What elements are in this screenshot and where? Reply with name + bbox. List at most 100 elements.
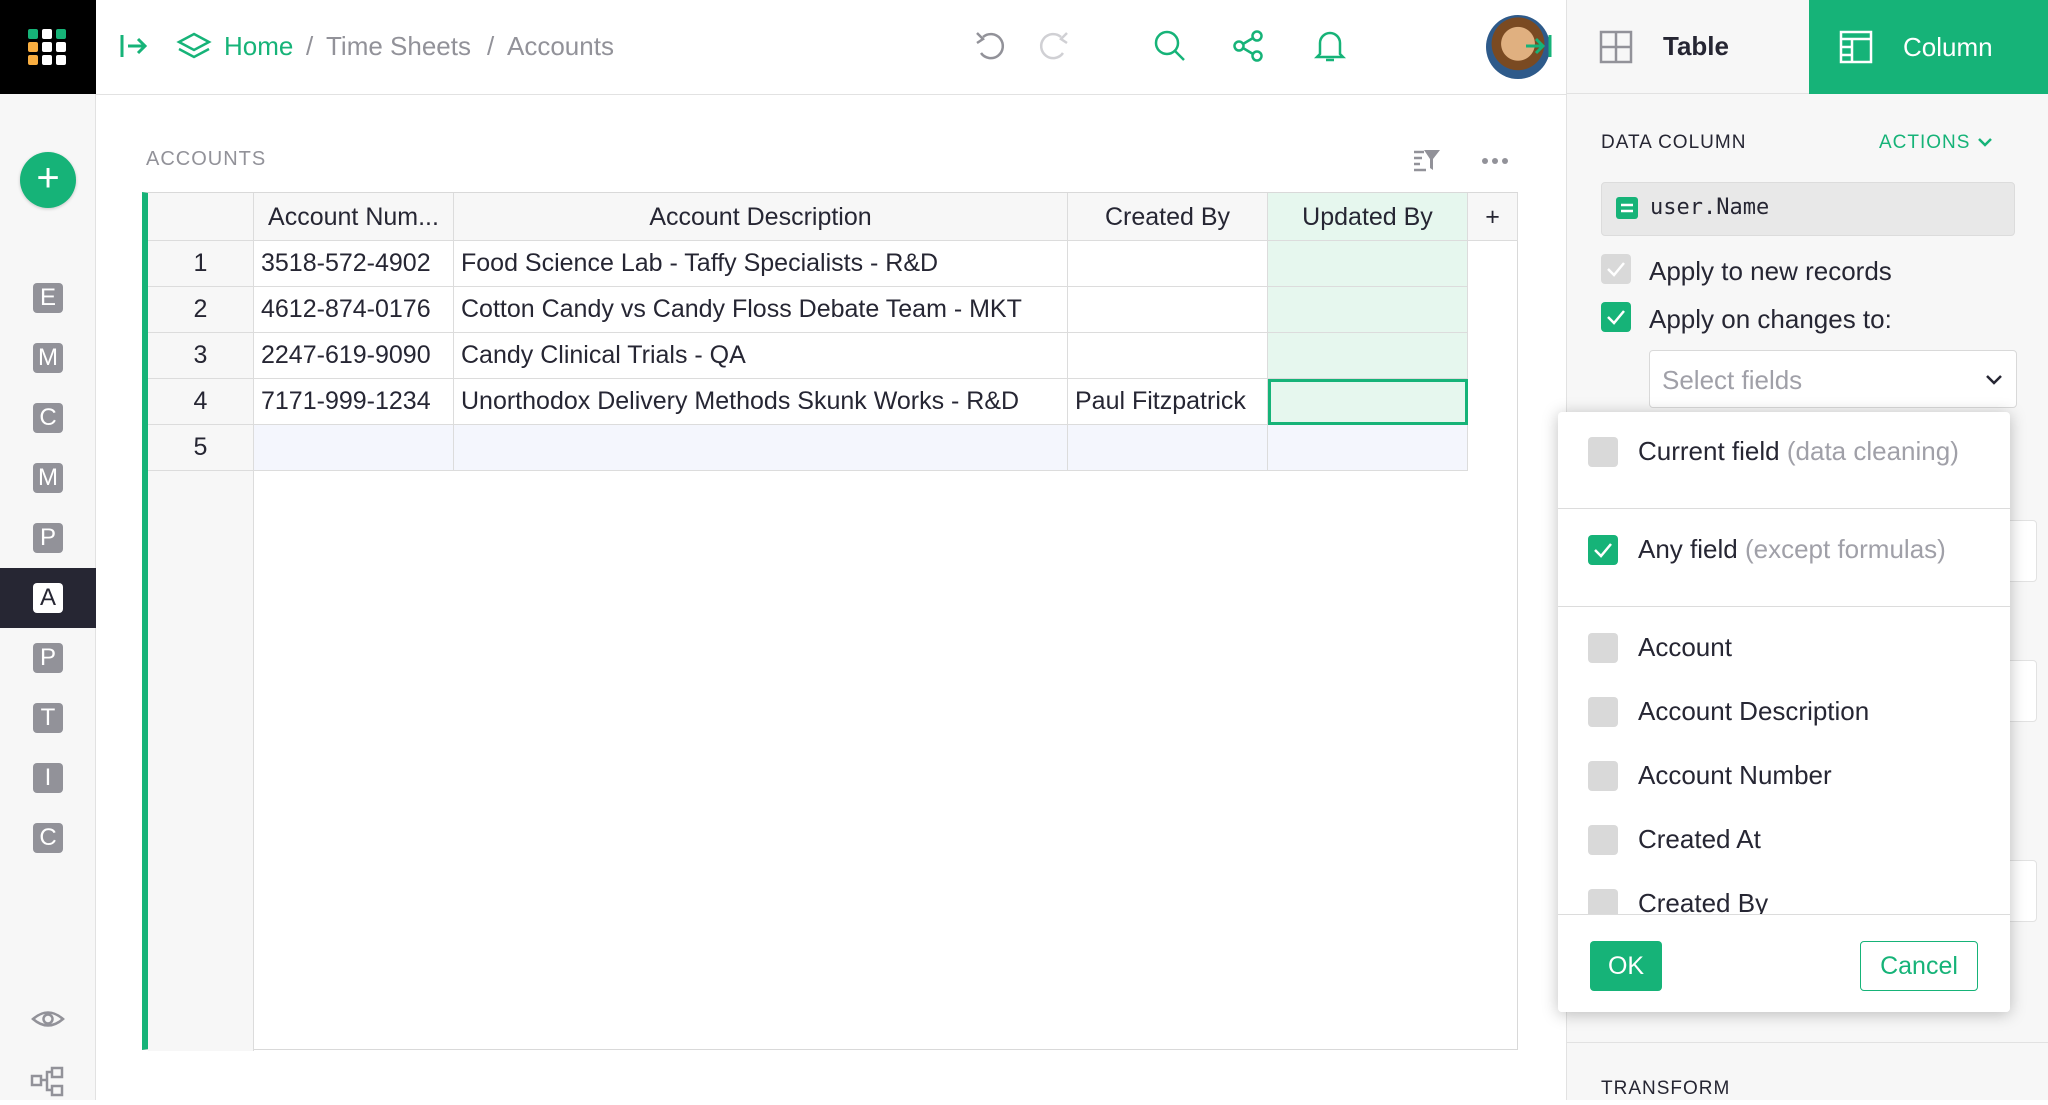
data-grid: Account Num... Account Description Created… bbox=[142, 192, 1518, 1051]
page-initial-icon: C bbox=[33, 823, 63, 853]
grid-cell[interactable]: 7171-999-1234 bbox=[254, 379, 454, 425]
eye-icon[interactable] bbox=[30, 1004, 66, 1039]
column-header[interactable]: Account Description bbox=[454, 193, 1068, 241]
grid-cell[interactable]: Cotton Candy vs Candy Floss Debate Team … bbox=[454, 287, 1068, 333]
field-option[interactable]: Account Number bbox=[1558, 746, 2010, 806]
new-row-cell[interactable] bbox=[254, 425, 454, 471]
grid-cell[interactable] bbox=[1068, 241, 1268, 287]
apply-new-records-label: Apply to new records bbox=[1649, 256, 1892, 286]
apply-new-records-checkbox[interactable] bbox=[1601, 254, 1631, 284]
grid-cell[interactable]: Food Science Lab - Taffy Specialists - R… bbox=[454, 241, 1068, 287]
row-number[interactable]: 3 bbox=[148, 333, 254, 379]
grid-cell[interactable]: 4612-874-0176 bbox=[254, 287, 454, 333]
row-number-gutter bbox=[148, 471, 254, 1051]
row-number[interactable]: 2 bbox=[148, 287, 254, 333]
grid-cell[interactable] bbox=[1068, 333, 1268, 379]
field-option-label: Created At bbox=[1638, 824, 1761, 854]
page-item-7[interactable]: T bbox=[0, 688, 96, 748]
new-row-cell[interactable] bbox=[454, 425, 1068, 471]
transform-label: TRANSFORM bbox=[1601, 1078, 1731, 1099]
current-field-hint: (data cleaning) bbox=[1786, 436, 1959, 466]
add-new-button[interactable]: + bbox=[20, 152, 76, 208]
grid-cell[interactable] bbox=[1268, 333, 1468, 379]
app-logo[interactable] bbox=[0, 0, 96, 94]
section-menu-icon[interactable] bbox=[1480, 146, 1510, 181]
tab-table-label: Table bbox=[1663, 31, 1729, 61]
field-option-checkbox[interactable] bbox=[1588, 761, 1618, 791]
page-item-3[interactable]: M bbox=[0, 448, 96, 508]
field-option-label: Account Description bbox=[1638, 696, 1870, 726]
add-column-button[interactable]: + bbox=[1468, 193, 1518, 241]
apply-on-changes-checkbox[interactable] bbox=[1601, 302, 1631, 332]
page-item-2[interactable]: C bbox=[0, 388, 96, 448]
field-option[interactable]: Account Description bbox=[1558, 682, 2010, 742]
section-title: ACCOUNTS bbox=[146, 148, 267, 170]
field-option-checkbox[interactable] bbox=[1588, 633, 1618, 663]
ok-button[interactable]: OK bbox=[1590, 941, 1662, 991]
formula-editor[interactable]: user.Name bbox=[1601, 182, 2015, 236]
sort-filter-icon[interactable] bbox=[1412, 146, 1442, 179]
expand-panel-icon[interactable] bbox=[112, 24, 156, 68]
page-item-4[interactable]: P bbox=[0, 508, 96, 568]
redo-icon[interactable] bbox=[1032, 24, 1076, 68]
column-header[interactable]: Account Num... bbox=[254, 193, 454, 241]
grid-cell[interactable]: Candy Clinical Trials - QA bbox=[454, 333, 1068, 379]
share-icon[interactable] bbox=[1226, 24, 1270, 68]
grid-cell[interactable]: 2247-619-9090 bbox=[254, 333, 454, 379]
breadcrumb-doc[interactable]: Time Sheets bbox=[326, 31, 471, 62]
raw-data-icon[interactable] bbox=[30, 1066, 66, 1105]
row-number[interactable]: 4 bbox=[148, 379, 254, 425]
field-option-checkbox[interactable] bbox=[1588, 825, 1618, 855]
any-field-checkbox[interactable] bbox=[1588, 535, 1618, 565]
grid-cell[interactable]: 3518-572-4902 bbox=[254, 241, 454, 287]
field-option[interactable]: Account bbox=[1558, 618, 2010, 678]
grid-cell[interactable] bbox=[1268, 287, 1468, 333]
field-option-label: Account Number bbox=[1638, 760, 1832, 790]
grid-cell[interactable]: Paul Fitzpatrick bbox=[1068, 379, 1268, 425]
page-initial-icon: P bbox=[33, 643, 63, 673]
grid-cell[interactable] bbox=[1268, 379, 1468, 425]
page-item-5[interactable]: A bbox=[0, 568, 96, 628]
cancel-button[interactable]: Cancel bbox=[1860, 941, 1978, 991]
field-option[interactable]: Created At bbox=[1558, 810, 2010, 870]
grid-corner[interactable] bbox=[148, 193, 254, 241]
select-fields-placeholder: Select fields bbox=[1662, 365, 1803, 395]
grid-cell[interactable] bbox=[1268, 241, 1468, 287]
search-icon[interactable] bbox=[1148, 24, 1192, 68]
column-icon bbox=[1839, 30, 1873, 64]
grid-cell[interactable]: Unorthodox Delivery Methods Skunk Works … bbox=[454, 379, 1068, 425]
trigger-option-current-field[interactable]: Current field (data cleaning) bbox=[1558, 422, 2010, 482]
breadcrumb-page[interactable]: Accounts bbox=[507, 31, 614, 62]
new-row-cell[interactable] bbox=[1268, 425, 1468, 471]
grid-cell[interactable] bbox=[1068, 287, 1268, 333]
select-fields-dropdown[interactable]: Select fields bbox=[1649, 350, 2017, 408]
current-field-checkbox[interactable] bbox=[1588, 437, 1618, 467]
new-row-number[interactable]: 5 bbox=[148, 425, 254, 471]
collapse-right-panel-icon[interactable] bbox=[1516, 24, 1560, 68]
column-header[interactable]: Updated By bbox=[1268, 193, 1468, 241]
row-number[interactable]: 1 bbox=[148, 241, 254, 287]
page-item-1[interactable]: M bbox=[0, 328, 96, 388]
page-initial-icon: A bbox=[33, 583, 63, 613]
breadcrumb-home[interactable]: Home bbox=[224, 31, 293, 62]
page-item-0[interactable]: E bbox=[0, 268, 96, 328]
home-layers-icon[interactable] bbox=[172, 24, 216, 68]
page-item-8[interactable]: I bbox=[0, 748, 96, 808]
actions-menu[interactable]: ACTIONS bbox=[1879, 132, 1993, 154]
current-field-label: Current field bbox=[1638, 436, 1780, 466]
data-column-label: DATA COLUMN bbox=[1601, 132, 1747, 153]
popup-footer: OK Cancel bbox=[1558, 914, 2010, 1012]
trigger-option-any-field[interactable]: Any field (except formulas) bbox=[1558, 520, 2010, 580]
left-rail: + EMCMPAPTIC bbox=[0, 0, 96, 1100]
notifications-bell-icon[interactable] bbox=[1308, 24, 1352, 68]
page-item-6[interactable]: P bbox=[0, 628, 96, 688]
column-header[interactable]: Created By bbox=[1068, 193, 1268, 241]
tab-table[interactable]: Table bbox=[1567, 0, 1809, 94]
undo-icon[interactable] bbox=[968, 24, 1012, 68]
tab-column[interactable]: Column bbox=[1809, 0, 2048, 94]
page-item-9[interactable]: C bbox=[0, 808, 96, 868]
new-row-cell[interactable] bbox=[1068, 425, 1268, 471]
formula-icon bbox=[1616, 197, 1638, 219]
field-option-checkbox[interactable] bbox=[1588, 697, 1618, 727]
chevron-down-icon bbox=[1977, 138, 1992, 147]
